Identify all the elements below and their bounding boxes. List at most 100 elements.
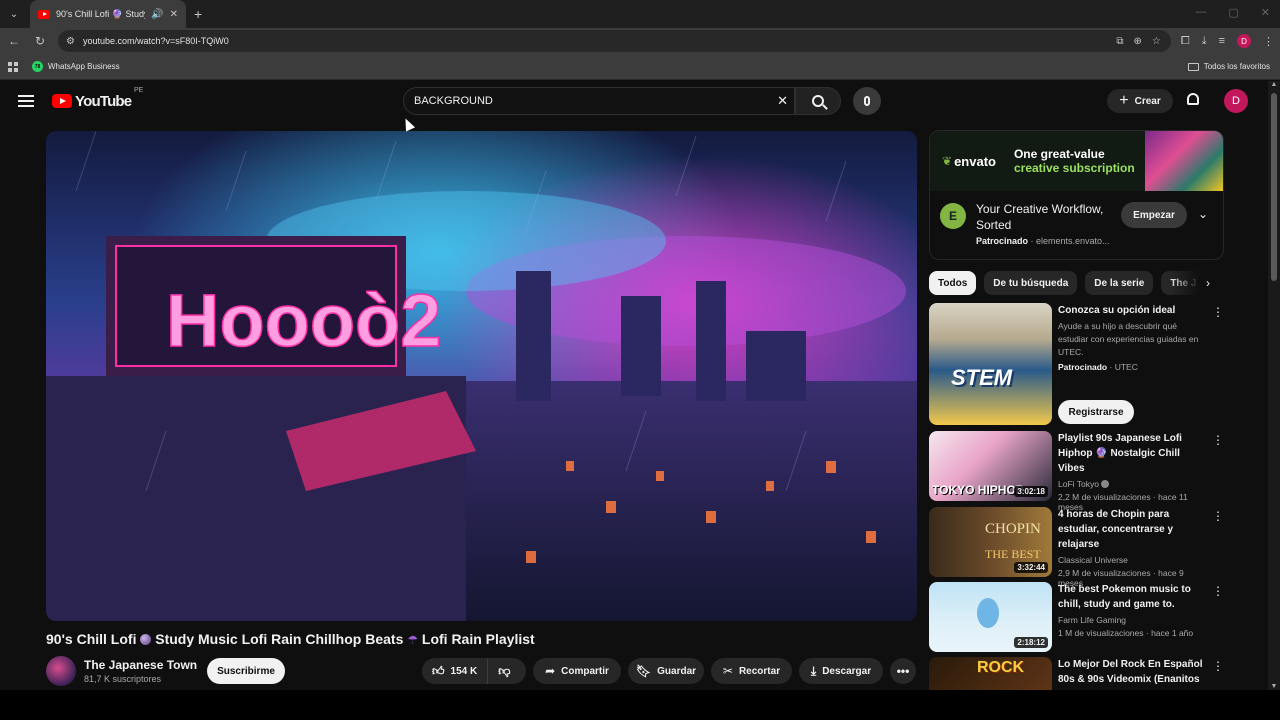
share-button[interactable]: ➦ Compartir [533,658,621,684]
url-text: youtube.com/watch?v=sF80I-TQiW0 [82,36,229,46]
thumbnail-text: THE BEST [985,547,1041,561]
recommendation-item[interactable]: CHOPIN THE BEST 3:32:44 4 horas de Chopi… [929,507,1224,588]
more-vertical-icon[interactable]: ⋮ [1212,509,1224,523]
recommendation-title[interactable]: The best Pokemon music to chill, study a… [1058,582,1208,612]
subscribe-button[interactable]: Suscribirme [207,658,285,684]
ad-cta-button[interactable]: Empezar [1121,202,1187,228]
thumbs-up-icon: 👍︎ [432,663,445,678]
bookmark-whatsapp[interactable]: 78 WhatsApp Business [32,61,120,72]
recommendation-thumbnail[interactable]: 2:18:12 [929,582,1052,652]
download-button[interactable]: ⤓ Descargar [799,658,883,684]
chip-all[interactable]: Todos [929,271,977,295]
umbrella-icon: ☂ [407,633,419,647]
recommendation-channel[interactable]: Classical Universe [1058,555,1208,565]
video-player[interactable]: Hoooò2 [46,131,917,621]
recommendation-item[interactable]: 2:18:12 The best Pokemon music to chill,… [929,582,1224,652]
more-vertical-icon[interactable]: ⋮ [1212,305,1224,319]
recommendation-title[interactable]: Conozca su opción ideal [1058,303,1208,318]
bookmarks-bar: 78 WhatsApp Business Todos los favoritos [0,54,1280,80]
plus-icon: + [1119,92,1129,109]
register-button[interactable]: Registrarse [1058,400,1134,424]
share-icon: ➦ [545,664,556,678]
chips-next-icon[interactable]: › [1170,271,1224,295]
notifications-bell-icon[interactable] [1186,93,1200,108]
recommendation-title[interactable]: Playlist 90s Japanese Lofi Hiphop 🔮 Nost… [1058,431,1208,476]
new-tab-button[interactable]: + [194,6,202,22]
close-tab-icon[interactable]: ✕ [170,9,178,20]
recommendation-sponsored[interactable]: STEM Conozca su opción ideal Ayude a su … [929,303,1224,425]
page-scrollbar[interactable]: ▲ ▼ [1268,81,1280,690]
ad-tagline-1: One great-value [1013,147,1105,161]
account-avatar[interactable]: D [1224,89,1248,113]
tab-search-icon[interactable]: ⌄ [6,6,22,22]
speaker-icon[interactable]: 🔊 [151,9,163,20]
download-arrow-icon: ⤓ [810,663,817,678]
menu-icon[interactable] [18,95,34,107]
browser-menu-icon[interactable]: ⋮ [1263,35,1274,48]
scroll-down-icon[interactable]: ▼ [1268,683,1280,690]
clip-button[interactable]: ✂ Recortar [711,658,792,684]
logo-text: YouTube [75,92,132,110]
search-button[interactable] [795,87,841,115]
recommendation-thumbnail[interactable]: CHOPIN THE BEST 3:32:44 [929,507,1052,577]
like-button[interactable]: 👍︎ 154 K [422,658,489,684]
more-vertical-icon[interactable]: ⋮ [1212,659,1224,673]
recommendation-thumbnail[interactable]: TOKYO HIPHOP 3:02:18 [929,431,1052,501]
browser-profile-avatar[interactable]: D [1237,34,1251,48]
ad-headline[interactable]: Your Creative Workflow, Sorted [976,201,1116,233]
title-part-3: Lofi Rain Playlist [421,631,535,647]
site-info-icon[interactable]: ⚙ [66,36,75,47]
youtube-logo[interactable]: YouTube PE [52,87,143,110]
chevron-down-icon[interactable]: ⌄ [1198,207,1208,221]
address-bar[interactable]: ⚙ youtube.com/watch?v=sF80I-TQiW0 ⧉ ⊕ ☆ [58,30,1171,52]
close-window-icon[interactable]: ✕ [1261,6,1270,19]
cast-icon[interactable]: ⧉ [1116,36,1123,47]
voice-search-button[interactable] [853,87,881,115]
scissors-icon: ✂ [722,664,733,678]
whatsapp-icon: 78 [32,61,43,72]
recommendation-channel[interactable]: Farm Life Gaming [1058,615,1208,625]
apps-grid-icon[interactable] [8,61,18,72]
sponsored-label: Patrocinado [1058,362,1108,372]
sponsored-ad-card[interactable]: ❦ envato One great-value creative subscri… [929,130,1224,260]
search-input[interactable]: BACKGROUND ✕ [403,87,795,115]
all-bookmarks[interactable]: Todos los favoritos [1187,62,1270,71]
create-button[interactable]: + Crear [1107,89,1173,113]
reload-icon[interactable]: ↻ [32,34,48,48]
chip-from-search[interactable]: De tu búsqueda [984,271,1078,295]
channel-name[interactable]: The Japanese Town [84,658,197,672]
recommendation-thumbnail[interactable]: STEM [929,303,1052,425]
download-icon[interactable]: ⤓ [1202,35,1207,48]
extensions-icon[interactable]: ⧠ [1181,35,1190,48]
scrollbar-thumb[interactable] [1271,93,1277,281]
more-vertical-icon[interactable]: ⋮ [1212,584,1224,598]
video-frame: Hoooò2 [46,131,917,621]
advertiser-name: UTEC [1114,362,1138,372]
share-label: Compartir [561,665,609,677]
recommendation-item[interactable]: TOKYO HIPHOP 3:02:18 Playlist 90s Japane… [929,431,1224,512]
chip-series[interactable]: De la serie [1085,271,1154,295]
back-icon[interactable]: ← [6,34,22,48]
ad-domain: elements.envato... [1036,236,1110,246]
recommendation-thumbnail[interactable]: ROCK [929,657,1052,690]
maximize-icon[interactable]: ▢ [1228,6,1238,19]
clear-search-icon[interactable]: ✕ [777,93,788,109]
bottom-edge [0,690,1280,720]
channel-avatar[interactable] [46,656,76,686]
save-button[interactable]: 🔖︎ Guardar [628,658,704,684]
browser-tab-active[interactable]: 90's Chill Lofi 🔮 Study Mu 🔊 ✕ [30,0,186,28]
recommendation-title[interactable]: Lo Mejor Del Rock En Español 80s & 90s V… [1058,657,1208,690]
more-actions-button[interactable]: ••• [890,658,916,684]
ad-meta: Patrocinado · elements.envato... [976,236,1110,246]
zoom-icon[interactable]: ⊕ [1134,36,1142,47]
more-vertical-icon[interactable]: ⋮ [1212,433,1224,447]
recommendation-item[interactable]: ROCK Lo Mejor Del Rock En Español 80s & … [929,657,1224,690]
recommendation-channel[interactable]: LoFi Tokyo [1058,479,1208,489]
minimize-icon[interactable]: — [1195,6,1206,19]
recommendation-title[interactable]: 4 horas de Chopin para estudiar, concent… [1058,507,1208,552]
scroll-up-icon[interactable]: ▲ [1268,81,1280,88]
bookmark-star-icon[interactable]: ☆ [1152,36,1161,47]
media-control-icon[interactable]: ≡ [1219,35,1225,47]
dislike-button[interactable]: 👎︎ [488,664,520,679]
ad-banner[interactable]: ❦ envato One great-value creative subscri… [930,131,1223,191]
